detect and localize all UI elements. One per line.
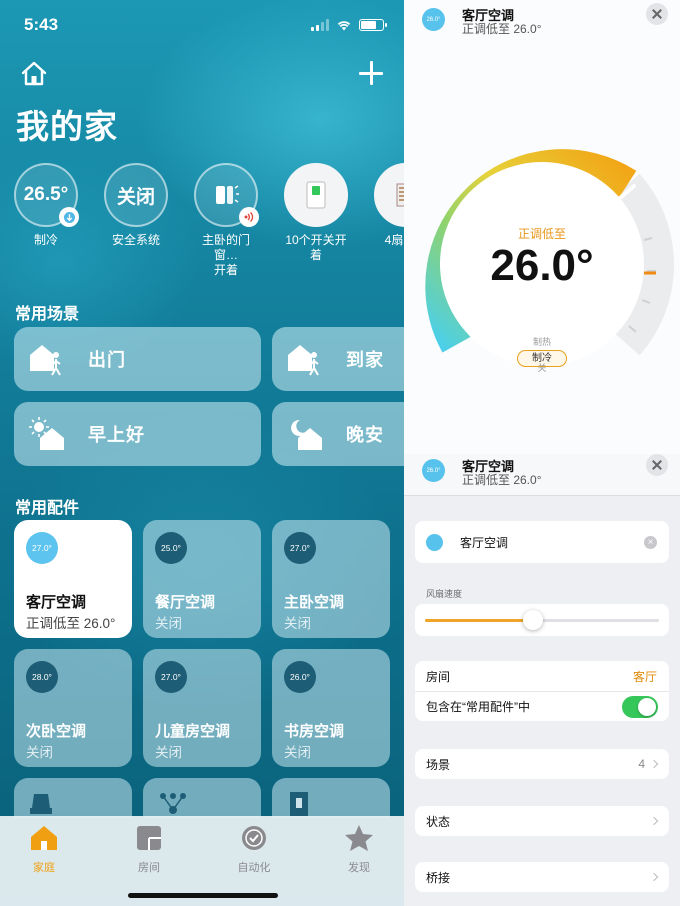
target-temperature: 26.0° xyxy=(490,241,593,290)
home-indicator xyxy=(128,893,278,898)
state-card[interactable]: 状态 xyxy=(415,806,669,836)
switch-icon xyxy=(284,163,348,227)
status-time: 5:43 xyxy=(24,15,59,34)
room-row[interactable]: 房间 客厅 xyxy=(415,661,669,691)
favorites-row: 包含在“常用配件”中 xyxy=(415,691,669,721)
scenes-card[interactable]: 场景 4 xyxy=(415,749,669,779)
mode-heat[interactable]: 制热 xyxy=(404,336,680,349)
wifi-icon xyxy=(337,21,351,31)
accessory-status: 正调低至 26.0° xyxy=(462,22,542,36)
status-item-blinds[interactable]: 4扇百叶 xyxy=(372,163,404,248)
name-field-card[interactable]: 客厅空调 × xyxy=(415,521,669,563)
status-item-doors[interactable]: 主卧的门窗… 开着 xyxy=(192,163,260,278)
alert-wave-icon xyxy=(239,207,259,227)
accessory-tile-partial[interactable] xyxy=(272,778,390,818)
status-summary-row: 26.5° 制冷 关闭 安全系统 主卧的门窗… 开着 10个开关开着 4扇百叶 xyxy=(12,163,404,277)
thermostat-dial-icon: 27.0° xyxy=(26,532,58,564)
detail-header: 26.0° 客厅空调 正调低至 26.0° xyxy=(404,0,680,44)
leave-home-icon xyxy=(30,345,61,376)
room-card: 房间 客厅 包含在“常用配件”中 xyxy=(415,661,669,721)
thermostat-dial-icon: 26.0° xyxy=(284,661,316,693)
tab-automation[interactable]: 自动化 xyxy=(224,824,284,875)
chevron-right-icon xyxy=(649,872,659,882)
accessory-tile-kids-room-ac[interactable]: 27.0° 儿童房空调 关闭 xyxy=(143,649,261,767)
close-button[interactable] xyxy=(646,3,668,25)
settings-header: 26.0° 客厅空调 正调低至 26.0° xyxy=(404,454,680,496)
mode-picker[interactable]: 制热 制冷 关 xyxy=(404,336,680,375)
star-icon xyxy=(345,825,373,851)
scene-arrive-home[interactable]: 到家 xyxy=(272,327,404,391)
thermostat-dial-icon: 27.0° xyxy=(284,532,316,564)
mode-caption: 正调低至 xyxy=(518,227,566,241)
status-item-climate[interactable]: 26.5° 制冷 xyxy=(12,163,80,248)
hub-icon xyxy=(160,793,186,814)
thermostat-dial-icon: 25.0° xyxy=(155,532,187,564)
accessory-tile-partial[interactable] xyxy=(14,778,132,818)
fan-speed-label: 风扇速度 xyxy=(426,589,463,599)
accessory-tile-dining-ac[interactable]: 25.0° 餐厅空调 关闭 xyxy=(143,520,261,638)
close-button[interactable] xyxy=(646,454,668,476)
blinds-icon xyxy=(374,163,404,227)
accessory-tile-partial[interactable] xyxy=(143,778,261,818)
thermostat-dial-icon: 28.0° xyxy=(26,661,58,693)
add-button[interactable] xyxy=(358,60,384,86)
arrive-home-icon xyxy=(288,345,319,376)
thermostat-dial-icon: 27.0° xyxy=(155,661,187,693)
fan-speed-fill xyxy=(425,619,533,622)
scene-leave-home[interactable]: 出门 xyxy=(14,327,261,391)
home-screen: 5:43 我的家 26.5° 制冷 关闭 安全系统 主卧的门窗… 开着 10个开… xyxy=(0,0,404,906)
door-sensor-icon xyxy=(194,163,259,227)
home-settings-icon[interactable] xyxy=(20,60,48,88)
scenes-section-title: 常用场景 xyxy=(15,306,80,323)
clear-text-icon[interactable]: × xyxy=(644,535,657,549)
house-icon xyxy=(31,826,57,850)
fan-speed-slider[interactable] xyxy=(415,604,669,636)
thermostat-mini-icon: 26.0° xyxy=(422,8,445,31)
scenes-row[interactable]: 场景 4 xyxy=(415,749,669,779)
switch-icon xyxy=(290,792,308,816)
lamp-icon xyxy=(30,794,52,814)
scene-good-morning[interactable]: 早上好 xyxy=(14,402,261,466)
thermostat-detail-panel: 26.0° 客厅空调 正调低至 26.0° 正调低至 26.0° 制热 制冷 关 xyxy=(404,0,680,454)
battery-icon xyxy=(359,19,387,31)
tab-rooms[interactable]: 房间 xyxy=(119,824,179,875)
chevron-right-icon xyxy=(649,816,659,826)
page-title: 我的家 xyxy=(16,108,118,145)
accessory-tile-study-ac[interactable]: 26.0° 书房空调 关闭 xyxy=(272,649,390,767)
favorites-toggle[interactable] xyxy=(622,695,658,718)
thermostat-mini-icon xyxy=(426,533,443,551)
tab-discover[interactable]: 发现 xyxy=(329,824,389,875)
accessory-name-field[interactable]: 客厅空调 xyxy=(460,534,508,551)
cellular-signal-icon xyxy=(311,19,329,31)
moon-house-icon xyxy=(291,419,322,450)
fan-speed-knob[interactable] xyxy=(522,610,543,630)
accessory-tile-living-room-ac[interactable]: 27.0° 客厅空调 正调低至 26.0° xyxy=(14,520,132,638)
state-row[interactable]: 状态 xyxy=(415,806,669,836)
accessory-tile-second-bedroom-ac[interactable]: 28.0° 次卧空调 关闭 xyxy=(14,649,132,767)
tab-home[interactable]: 家庭 xyxy=(14,824,74,875)
status-item-security[interactable]: 关闭 安全系统 xyxy=(102,163,170,248)
clock-icon xyxy=(242,826,266,850)
status-bar: 5:43 xyxy=(24,14,387,36)
accessory-tile-master-bedroom-ac[interactable]: 27.0° 主卧空调 关闭 xyxy=(272,520,390,638)
scene-good-night[interactable]: 晚安 xyxy=(272,402,404,466)
sunrise-house-icon xyxy=(29,417,64,450)
thermostat-mini-icon: 26.0° xyxy=(422,459,445,482)
tab-bar: 家庭 房间 自动化 发现 xyxy=(0,816,404,906)
bridge-row[interactable]: 桥接 xyxy=(415,862,669,892)
bridge-card[interactable]: 桥接 xyxy=(415,862,669,892)
accessories-section-title: 常用配件 xyxy=(15,500,80,517)
mode-off[interactable]: 关 xyxy=(404,362,680,375)
scenes-count: 4 xyxy=(638,757,645,771)
status-item-switches[interactable]: 10个开关开着 xyxy=(282,163,350,263)
chevron-right-icon xyxy=(649,759,659,769)
room-value: 客厅 xyxy=(632,669,657,684)
rooms-icon xyxy=(137,826,161,850)
accessory-status: 正调低至 26.0° xyxy=(462,473,542,487)
cooling-arrow-icon xyxy=(59,207,79,227)
accessory-settings-panel: 26.0° 客厅空调 正调低至 26.0° 客厅空调 × 风扇速度 房间 客厅 … xyxy=(404,454,680,906)
